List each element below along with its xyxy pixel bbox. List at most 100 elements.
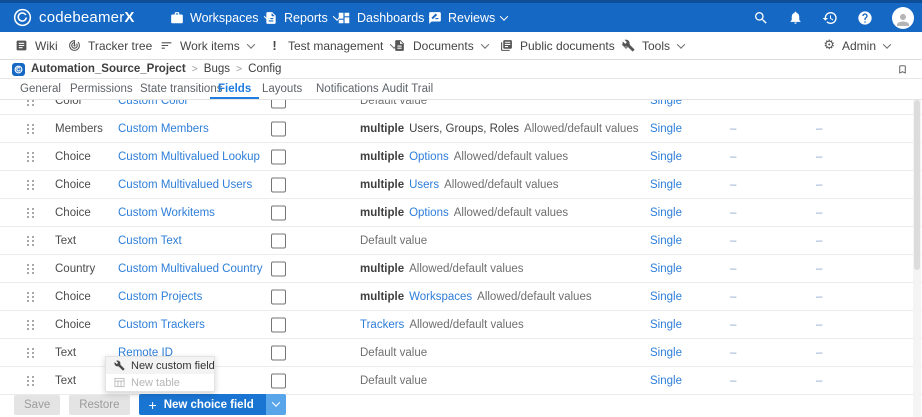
row-checkbox[interactable] [271,149,286,164]
new-field-dropdown-toggle[interactable] [266,394,286,415]
report-icon [264,11,278,25]
document-icon [393,39,406,52]
default-reference-link[interactable]: Options [409,151,449,163]
row-checkbox[interactable] [271,100,286,108]
row-checkbox[interactable] [271,233,286,248]
default-reference-link[interactable]: Options [409,207,449,219]
single-link[interactable]: Single [650,263,682,275]
menu-item-new-table[interactable]: New table [106,374,214,391]
drag-handle-icon[interactable] [27,264,34,274]
row-checkbox[interactable] [271,345,286,360]
field-name-link[interactable]: Custom Members [118,123,209,135]
field-name-link[interactable]: Custom Projects [118,291,202,303]
field-name-link[interactable]: Custom Text [118,235,182,247]
toolbar-work-items[interactable]: Work items [160,32,254,59]
row-checkbox[interactable] [271,177,286,192]
nav-reports[interactable]: Reports [264,3,340,32]
table-row: Choice Custom Multivalued Lookup multipl… [0,143,922,171]
nav-dashboards[interactable]: Dashboards [337,3,436,32]
tab-fields[interactable]: Fields [218,79,251,98]
single-link[interactable]: Single [650,100,682,107]
drag-handle-icon[interactable] [27,180,34,190]
restore-button[interactable]: Restore [69,395,129,415]
single-link[interactable]: Single [650,207,682,219]
breadcrumb-project[interactable]: Automation_Source_Project [31,63,186,75]
toolbar-wiki[interactable]: Wiki [15,32,58,59]
chevron-down-icon [500,12,508,20]
drag-handle-icon[interactable] [27,236,34,246]
field-name-link[interactable]: Custom Color [118,100,188,107]
tab-permissions[interactable]: Permissions [70,79,133,98]
dash-value: – [816,123,822,135]
toolbar-documents[interactable]: Documents [393,32,488,59]
tab-layouts[interactable]: Layouts [262,79,302,98]
drag-handle-icon[interactable] [27,292,34,302]
single-link[interactable]: Single [650,319,682,331]
row-checkbox[interactable] [271,261,286,276]
default-hint-text: Default value [360,347,427,359]
single-link[interactable]: Single [650,235,682,247]
public-documents-icon [500,39,513,52]
save-button[interactable]: Save [14,395,60,415]
wrench-icon [114,360,125,371]
dash-value: – [730,375,736,387]
drag-handle-icon[interactable] [27,152,34,162]
toolbar-tracker-tree[interactable]: Tracker tree [68,32,152,59]
default-reference-link[interactable]: Users [409,179,439,191]
history-icon[interactable] [822,10,838,26]
drag-handle-icon[interactable] [27,208,34,218]
row-checkbox[interactable] [271,205,286,220]
field-name-link[interactable]: Custom Multivalued Lookup [118,151,260,163]
field-name-link[interactable]: Custom Multivalued Country [118,263,262,275]
single-link[interactable]: Single [650,347,682,359]
single-link[interactable]: Single [650,123,682,135]
toolbar-admin[interactable]: ⚙ Admin [823,32,890,59]
row-checkbox[interactable] [271,289,286,304]
bell-icon[interactable] [788,10,803,25]
bookmark-icon[interactable] [897,63,908,76]
field-type: Choice [55,179,91,191]
menu-item-new-custom-field[interactable]: New custom field [106,357,214,374]
dash-value: – [816,375,822,387]
drag-handle-icon[interactable] [27,348,34,358]
tab-general[interactable]: General [20,79,61,98]
row-checkbox[interactable] [271,317,286,332]
field-name-link[interactable]: Custom Workitems [118,207,215,219]
tab-notifications[interactable]: Notifications [316,79,379,98]
tab-state-transitions[interactable]: State transitions [140,79,222,98]
help-icon[interactable] [857,10,873,26]
toolbar-tools[interactable]: Tools [622,32,684,59]
single-link[interactable]: Single [650,291,682,303]
default-reference-link[interactable]: Trackers [360,319,404,331]
avatar[interactable] [892,7,914,29]
single-link[interactable]: Single [650,179,682,191]
row-checkbox[interactable] [271,373,286,388]
tab-audit-trail[interactable]: Audit Trail [382,79,433,98]
toolbar-public-documents[interactable]: Public documents [500,32,629,59]
single-link[interactable]: Single [650,151,682,163]
scrollbar-thumb[interactable] [914,100,920,270]
dash-value: – [730,235,736,247]
row-checkbox[interactable] [271,121,286,136]
drag-handle-icon[interactable] [27,320,34,330]
single-link[interactable]: Single [650,375,682,387]
field-type: Text [55,235,76,247]
default-reference-link[interactable]: Workspaces [409,291,472,303]
brand[interactable]: codebeamerX [13,3,135,32]
search-icon[interactable] [753,10,769,26]
nav-reviews[interactable]: Reviews [428,3,507,32]
chevron-down-icon [883,40,891,48]
nav-workspaces[interactable]: Workspaces [170,3,271,32]
toolbar-test-management[interactable]: ! Test management [268,32,397,59]
drag-handle-icon[interactable] [27,376,34,386]
drag-handle-icon[interactable] [27,124,34,134]
drag-handle-icon[interactable] [27,100,34,106]
field-type: Text [55,375,76,387]
field-name-link[interactable]: Custom Multivalued Users [118,179,252,191]
vertical-scrollbar[interactable] [913,100,921,417]
new-choice-field-button[interactable]: + New choice field [139,394,286,415]
field-name-link[interactable]: Custom Trackers [118,319,205,331]
default-hint-text: Allowed/default values [444,179,558,191]
breadcrumb-config[interactable]: Config [248,63,281,75]
breadcrumb-tracker[interactable]: Bugs [204,63,230,75]
